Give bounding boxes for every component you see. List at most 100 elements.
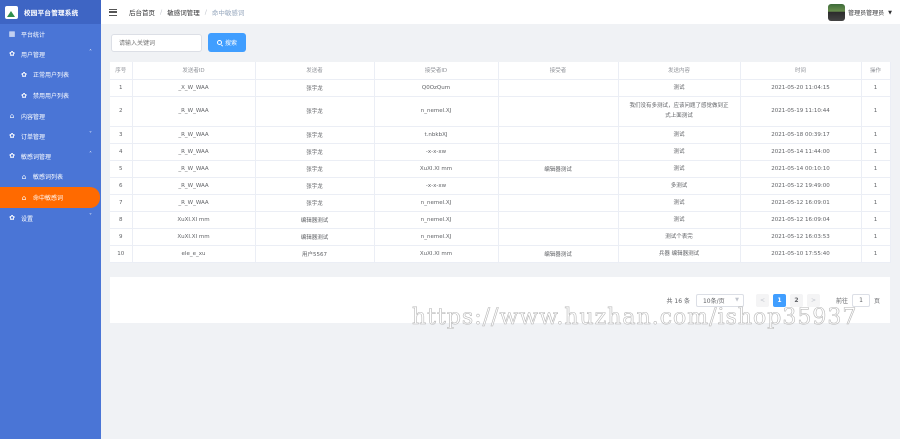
pagination-total: 共 16 条 — [666, 298, 690, 305]
table-row: 4 _R_W_WAA 张宇龙 -x-x-xw 测试 2021-05-14 11:44:00… — [110, 143, 891, 161]
sidebar-item-label: 敏感词管理 — [21, 153, 52, 161]
prev-page-button[interactable]: < — [755, 294, 769, 307]
menu-fold-icon[interactable] — [109, 8, 117, 16]
column-header: 发送内容 — [618, 62, 741, 80]
table-cell: _R_W_WAA — [132, 126, 256, 144]
row-action[interactable]: 1 — [861, 96, 891, 127]
gear-icon: ✿ — [21, 70, 27, 79]
column-header: 接受者 — [498, 62, 619, 80]
table-cell: 2021-05-14 11:44:00 — [740, 143, 862, 161]
table-cell: 多测试 — [618, 177, 741, 195]
table-cell: 张宇龙 — [255, 96, 375, 127]
table-cell: XuXI.XI mm — [132, 228, 256, 246]
table-cell: n_nemel.XJ — [374, 211, 499, 229]
app-logo — [5, 5, 18, 19]
table-row: 1 _X_W_WAA 张宇龙 Q0OzQum 测试 2021-05-20 11:04:15… — [110, 79, 891, 97]
row-action[interactable]: 1 — [861, 228, 891, 246]
sidebar-item-1[interactable]: ▦ 平台统计 — [0, 24, 101, 44]
row-action[interactable]: 1 — [861, 143, 891, 161]
row-action[interactable]: 1 — [861, 79, 891, 97]
table-cell: 9 — [110, 228, 133, 246]
sidebar-item-6[interactable]: ✿ 订单管理 ˅ — [0, 126, 101, 146]
sidebar-item-label: 订单管理 — [21, 133, 46, 141]
home-icon: ⌂ — [21, 193, 27, 202]
gear-icon: ✿ — [21, 91, 27, 100]
breadcrumb-separator: / — [160, 8, 163, 16]
table-cell: n_nemel.XJ — [374, 96, 499, 127]
breadcrumb-section[interactable]: 敏感词管理 — [167, 7, 200, 17]
sidebar-item-8[interactable]: ⌂ 敏感词列表 — [0, 166, 101, 187]
top-header: 后台首页 / 敏感词管理 / 命中敏感词 管理员管理员 ▼ — [101, 0, 900, 24]
next-page-button[interactable]: > — [806, 294, 820, 307]
table-cell: 测试 — [618, 79, 741, 97]
username[interactable]: 管理员管理员 — [848, 8, 884, 17]
table-cell: t.nbkbXJ — [374, 126, 499, 144]
search-button[interactable]: 搜索 — [208, 33, 246, 52]
table-cell: 3 — [110, 126, 133, 144]
table-cell — [498, 96, 619, 127]
table-row: 6 _R_W_WAA 张宇龙 -x-x-xw 多测试 2021-05-12 19:49:0… — [110, 177, 891, 195]
table-cell: 编辑器测试 — [255, 211, 375, 229]
table-cell: XuXI.XI mm — [374, 245, 499, 263]
table-cell: 编辑器测试 — [255, 228, 375, 246]
goto-suffix: 页 — [873, 298, 880, 305]
gear-icon: ✿ — [9, 152, 15, 160]
row-action[interactable]: 1 — [861, 177, 891, 195]
sidebar-item-3[interactable]: ✿ 正常用户列表 — [0, 64, 101, 85]
table-cell — [498, 228, 619, 246]
caret-down-icon[interactable]: ▼ — [888, 10, 892, 16]
avatar[interactable] — [828, 4, 846, 21]
breadcrumb-home[interactable]: 后台首页 — [129, 7, 155, 17]
table-cell: 8 — [110, 211, 133, 229]
table-cell: _R_W_WAA — [132, 177, 256, 195]
column-header: 发送者 — [255, 62, 375, 80]
sidebar-item-10[interactable]: ✿ 设置 ˅ — [0, 208, 101, 228]
table-row: 7 _R_W_WAA 张宇龙 n_nemel.XJ 测试 2021-05-12 16:09… — [110, 194, 891, 212]
table-cell: ele_e_xu — [132, 245, 256, 263]
row-action[interactable]: 1 — [861, 211, 891, 229]
table-cell: 编辑器测试 — [498, 245, 619, 263]
sidebar-item-4[interactable]: ✿ 禁用用户列表 — [0, 85, 101, 106]
table-cell: _X_W_WAA — [132, 79, 256, 97]
page-1-button[interactable]: 1 — [772, 294, 786, 307]
search-button-label: 搜索 — [224, 41, 237, 47]
sidebar-item-9[interactable]: ⌂ 命中敏感词 — [0, 187, 100, 208]
table-cell: 1 — [110, 79, 133, 97]
table-cell: 测试 — [618, 143, 741, 161]
table-cell: XuXI.XI mm — [374, 160, 499, 178]
pagination-container: 共 16 条 10条/页 ▼ < 1 2 > 前往 1 页 — [110, 277, 890, 323]
sidebar-item-7[interactable]: ✿ 敏感词管理 ˄ — [0, 146, 101, 166]
table-cell: XuXI.XI mm — [132, 211, 256, 229]
table-cell: 测试 — [618, 160, 741, 178]
sidebar: 校园平台管理系统 ▦ 平台统计 ✿ 用户管理 ˄ ✿ 正常用户列表 ✿ 禁用用户列表 ⌂ 内容管理 ✿… — [0, 0, 101, 439]
sidebar-item-label: 敏感词列表 — [33, 174, 64, 181]
table-cell: 测试 — [618, 126, 741, 144]
table-row: 9 XuXI.XI mm 编辑器测试 n_nemel.XJ 测试个表完 2021-05-1… — [110, 228, 891, 246]
table-cell: 张宇龙 — [255, 143, 375, 161]
table-cell: _R_W_WAA — [132, 160, 256, 178]
chevron-down-icon: ▼ — [735, 297, 739, 303]
page-2-button[interactable]: 2 — [789, 294, 803, 307]
table-cell: 2021-05-12 16:09:04 — [740, 211, 862, 229]
table-cell: 测试个表完 — [618, 228, 741, 246]
page-size-select[interactable]: 10条/页 ▼ — [695, 294, 744, 307]
row-action[interactable]: 1 — [861, 160, 891, 178]
table-cell — [498, 194, 619, 212]
user-menu[interactable]: 管理员管理员 ▼ — [828, 4, 892, 21]
table-cell: 2021-05-19 11:10:44 — [740, 96, 862, 127]
row-action[interactable]: 1 — [861, 245, 891, 263]
table-cell: 测试 — [618, 211, 741, 229]
goto-page-input[interactable]: 1 — [851, 294, 870, 307]
column-header: 发送者ID — [132, 62, 256, 80]
search-input[interactable] — [111, 34, 202, 52]
sidebar-item-2[interactable]: ✿ 用户管理 ˄ — [0, 44, 101, 64]
gear-icon: ✿ — [9, 132, 15, 140]
table-cell: 10 — [110, 245, 133, 263]
table-cell: 2021-05-20 11:04:15 — [740, 79, 862, 97]
sidebar-item-5[interactable]: ⌂ 内容管理 — [0, 106, 101, 126]
column-header: 时间 — [740, 62, 862, 80]
table-cell: _R_W_WAA — [132, 143, 256, 161]
row-action[interactable]: 1 — [861, 126, 891, 144]
row-action[interactable]: 1 — [861, 194, 891, 212]
table-cell — [498, 211, 619, 229]
